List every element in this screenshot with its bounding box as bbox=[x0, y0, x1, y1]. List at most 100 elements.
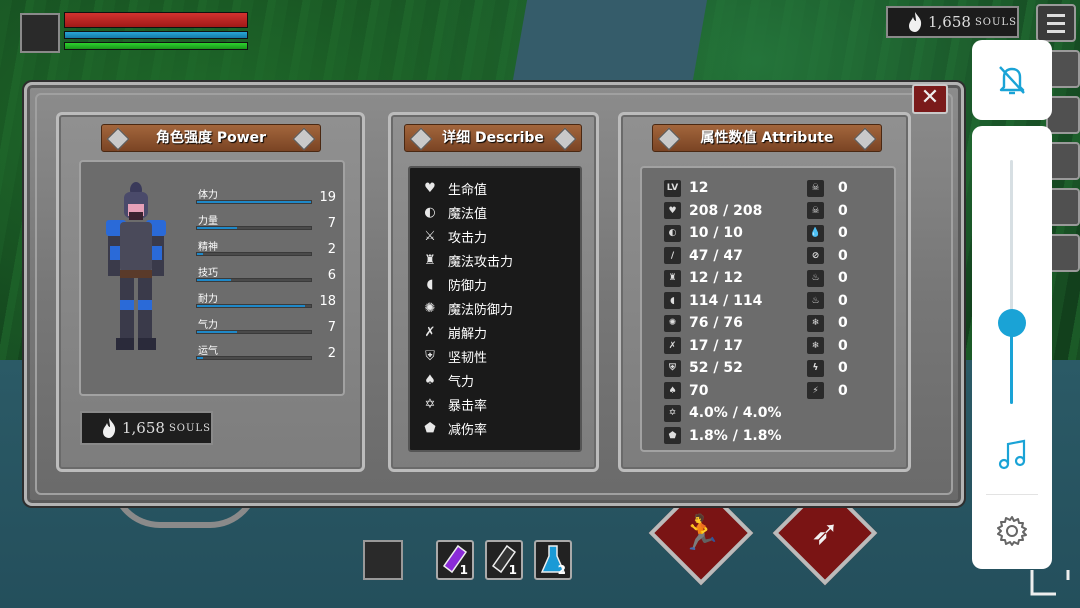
describe-title: 详细 Describe bbox=[404, 124, 582, 152]
stat-bar bbox=[196, 226, 312, 230]
stat-value: 7 bbox=[327, 320, 336, 335]
magic-defense-icon: ✺ bbox=[664, 314, 681, 332]
stat-label: 力量 bbox=[198, 216, 218, 227]
attribute-value: 17 / 17 bbox=[689, 337, 743, 354]
stat-bar-fill bbox=[197, 201, 311, 203]
slash-icon: ➶ bbox=[810, 513, 840, 553]
stat-label: 精神 bbox=[198, 242, 218, 253]
resistance-item: ☠ 0 bbox=[807, 178, 848, 198]
stamina-bar bbox=[64, 42, 248, 50]
gear-icon[interactable] bbox=[995, 514, 1029, 548]
stat-bar-fill bbox=[197, 253, 203, 255]
stat-label: 气力 bbox=[198, 320, 218, 331]
poison-skull-icon: ☠ bbox=[807, 202, 824, 219]
resistance-value: 0 bbox=[838, 225, 848, 241]
player-portrait[interactable] bbox=[20, 13, 60, 53]
attribute-value: 1.8% / 1.8% bbox=[689, 427, 782, 444]
describe-item: ◐ 魔法值 bbox=[420, 202, 487, 222]
potion-slot-3[interactable]: 2 bbox=[534, 540, 572, 580]
attribute-item: ♥ 208 / 208 bbox=[664, 201, 762, 221]
attribute-value: 52 / 52 bbox=[689, 360, 743, 376]
describe-label: 暴击率 bbox=[448, 398, 488, 414]
describe-label: 坚韧性 bbox=[448, 350, 488, 366]
resistance-item: ϟ0 bbox=[807, 358, 848, 378]
stat-bar bbox=[196, 356, 312, 360]
potion-count: 1 bbox=[459, 563, 468, 577]
skull-icon: ☠ bbox=[807, 179, 824, 197]
describe-label: 减伤率 bbox=[448, 422, 488, 438]
fullscreen-corner-icon[interactable] bbox=[1028, 566, 1072, 598]
stone-block bbox=[512, 0, 708, 80]
resistance-item: ❄ 0 bbox=[807, 336, 848, 356]
stat-bar-fill bbox=[197, 227, 237, 229]
stat-label: 体力 bbox=[198, 190, 218, 201]
health-bar bbox=[64, 12, 248, 28]
attribute-value: 70 bbox=[689, 382, 709, 399]
resistance-item: ☠ 0 bbox=[807, 201, 848, 221]
souls-value: 1,658 bbox=[122, 419, 165, 437]
attribute-item: ◖ 114 / 114 bbox=[664, 291, 762, 311]
curse-icon: ⊘ bbox=[807, 247, 824, 264]
stat-bar bbox=[196, 304, 312, 308]
damage-reduction-icon: ⬟ bbox=[664, 427, 681, 444]
attribute-item: ⬟ 1.8% / 1.8% bbox=[664, 426, 782, 446]
resistance-value: 0 bbox=[838, 247, 848, 264]
attribute-item: LV 12 bbox=[664, 178, 708, 198]
attribute-item: ✡ 4.0% / 4.0% bbox=[664, 403, 782, 423]
power-stat-row: 精神 2 bbox=[194, 238, 340, 262]
lungs-icon: ♠ bbox=[424, 372, 436, 388]
heart-icon: ♥ bbox=[424, 180, 436, 196]
resistance-value: 0 bbox=[838, 337, 848, 354]
resistance-value: 0 bbox=[838, 202, 848, 219]
stat-value: 2 bbox=[327, 346, 336, 361]
shield-icon: ◖ bbox=[426, 276, 434, 292]
volume-slider-handle[interactable] bbox=[998, 309, 1026, 337]
attribute-item: ⛨ 52 / 52 bbox=[664, 358, 743, 378]
mana-icon: ◐ bbox=[664, 224, 681, 242]
panel-divider bbox=[986, 494, 1038, 495]
attribute-value: 47 / 47 bbox=[689, 247, 743, 264]
stat-label: 运气 bbox=[198, 346, 218, 357]
resistance-item: ❄ 0 bbox=[807, 313, 848, 333]
flame-icon bbox=[103, 418, 116, 438]
souls-display: 1,658 SOULS bbox=[80, 411, 213, 445]
stat-value: 18 bbox=[319, 294, 336, 309]
flame-icon bbox=[909, 12, 922, 32]
power-title: 角色强度 Power bbox=[101, 124, 321, 152]
describe-label: 攻击力 bbox=[448, 230, 488, 246]
magic-attack-icon: ♜ bbox=[664, 269, 681, 287]
mute-toggle-button[interactable] bbox=[972, 40, 1052, 120]
power-stat-row: 气力 7 bbox=[194, 316, 340, 340]
break-icon: ✗ bbox=[664, 337, 681, 354]
power-stat-row: 运气 2 bbox=[194, 342, 340, 366]
describe-item: ⬟ 减伤率 bbox=[420, 418, 487, 438]
frost-resist-icon: ❄ bbox=[807, 337, 824, 354]
menu-button[interactable] bbox=[1036, 4, 1076, 42]
describe-item: ✺ 魔法防御力 bbox=[420, 298, 513, 318]
attribute-item: / 47 / 47 bbox=[664, 246, 743, 266]
souls-unit: SOULS bbox=[974, 16, 1017, 28]
resistance-item: 💧 0 bbox=[807, 223, 848, 243]
level-icon: LV bbox=[664, 179, 681, 197]
stat-bar bbox=[196, 278, 312, 282]
potion-slot-1[interactable]: 1 bbox=[436, 540, 474, 580]
sword-icon: / bbox=[664, 247, 681, 264]
music-note-icon[interactable] bbox=[996, 438, 1030, 472]
potion-count: 2 bbox=[557, 563, 566, 577]
describe-item: ✗ 崩解力 bbox=[420, 322, 487, 342]
empty-item-slot[interactable] bbox=[363, 540, 403, 580]
bleed-icon: 💧 bbox=[807, 224, 824, 242]
magic-defense-icon: ✺ bbox=[424, 300, 436, 316]
describe-item: ⛨ 坚韧性 bbox=[420, 346, 487, 366]
close-button[interactable]: ✕ bbox=[912, 84, 948, 114]
describe-item: ♜ 魔法攻击力 bbox=[420, 250, 513, 270]
resistance-value: 0 bbox=[838, 270, 848, 286]
volume-panel bbox=[972, 126, 1052, 569]
souls-counter: 1,658 SOULS bbox=[886, 6, 1019, 38]
attribute-value: 12 bbox=[689, 180, 709, 196]
potion-slot-2[interactable]: 1 bbox=[485, 540, 523, 580]
bell-off-icon bbox=[999, 66, 1025, 95]
burn-icon: ♨ bbox=[807, 292, 824, 309]
helmet-icon: ⛨ bbox=[664, 359, 681, 377]
attribute-value: 12 / 12 bbox=[689, 270, 743, 286]
